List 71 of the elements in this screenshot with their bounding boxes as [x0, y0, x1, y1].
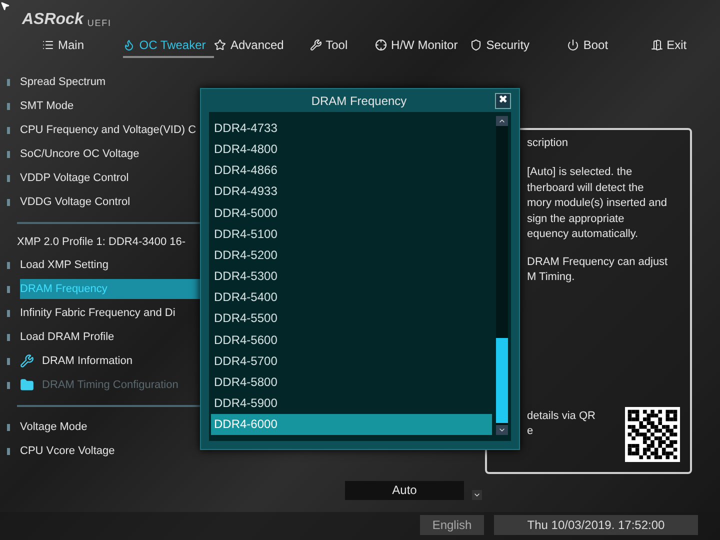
date-time: Thu 10/03/2019. 17:52:00 — [494, 514, 698, 534]
qr-caption: e — [527, 424, 534, 439]
bullet-icon — [7, 382, 10, 388]
bullet-icon — [7, 78, 10, 86]
bullet-icon — [7, 198, 10, 206]
description-text: mory module(s) inserted and — [527, 196, 668, 211]
power-icon — [567, 39, 580, 51]
dialog-title: DRAM Frequency — [310, 92, 408, 110]
bullet-icon — [7, 448, 10, 454]
qr-code — [625, 407, 680, 462]
bullet-icon — [7, 286, 10, 292]
nav-tab[interactable]: OC Tweaker — [123, 34, 214, 58]
bullet-icon — [7, 126, 10, 134]
frequency-option[interactable]: DDR4-5100 — [211, 223, 492, 244]
bullet-icon — [7, 424, 10, 430]
nav-tab[interactable]: Security — [470, 34, 568, 58]
frequency-option[interactable]: DDR4-4866 — [211, 160, 492, 181]
setting-item[interactable]: CPU Vcore Voltage — [20, 441, 345, 461]
close-button[interactable]: ✖ — [495, 92, 511, 109]
bullet-icon — [7, 102, 10, 110]
bullet-icon — [7, 262, 10, 268]
mouse-pointer-icon — [0, 0, 10, 12]
frequency-option[interactable]: DDR4-5500 — [211, 308, 492, 330]
qr-caption: details via QR — [527, 409, 596, 424]
bullet-icon — [7, 334, 10, 340]
profile-info: XMP 2.0 Profile 1: DDR4-3400 16- — [17, 235, 186, 250]
bullet-icon — [7, 174, 10, 182]
frequency-option[interactable]: DDR4-5700 — [211, 350, 492, 372]
bullet-icon — [7, 310, 10, 316]
scroll-down-button[interactable] — [472, 490, 482, 500]
frequency-option[interactable]: DDR4-4800 — [211, 138, 492, 160]
frequency-option[interactable]: DDR4-5800 — [211, 371, 492, 393]
value-field[interactable]: Auto — [345, 481, 464, 500]
panel-title: scription — [527, 136, 569, 151]
nav-tab[interactable]: Tool — [310, 34, 376, 58]
frequency-option[interactable]: DDR4-5000 — [211, 202, 492, 224]
frequency-option[interactable]: DDR4-4933 — [211, 180, 492, 202]
scroll-down-button[interactable] — [496, 425, 508, 435]
language-button[interactable]: English — [420, 514, 484, 534]
nav-tab[interactable]: Advanced — [214, 34, 310, 58]
wrench-icon — [310, 39, 322, 51]
description-text: therboard will detect the — [527, 180, 645, 196]
star-icon — [214, 39, 226, 51]
setting-item[interactable]: Spread Spectrum — [20, 72, 345, 92]
tools-icon — [20, 354, 34, 368]
frequency-option[interactable]: DDR4-5900 — [211, 392, 492, 414]
scrollbar[interactable] — [496, 116, 508, 435]
nav-tab[interactable]: H/W Monitor — [375, 34, 470, 58]
nav-tab[interactable]: Boot — [567, 34, 651, 58]
scroll-up-button[interactable] — [496, 116, 508, 126]
crosshair-icon — [375, 39, 388, 51]
description-text: [Auto] is selected. the — [527, 165, 634, 180]
brand-logo: ASRock — [22, 12, 84, 28]
nav-tab[interactable]: Exit — [650, 34, 720, 58]
shield-icon — [470, 39, 482, 51]
door-icon — [650, 39, 663, 51]
description-text: equency automatically. — [527, 227, 640, 242]
flame-icon — [123, 39, 136, 51]
frequency-option[interactable]: DDR4-5200 — [211, 244, 492, 266]
description-text: sign the appropriate — [527, 212, 626, 226]
bullet-icon — [7, 358, 10, 364]
frequency-option[interactable]: DDR4-6000 — [211, 414, 492, 435]
description-text: DRAM Frequency can adjust — [527, 254, 669, 270]
folder-icon — [20, 378, 34, 392]
bullet-icon — [7, 150, 10, 158]
description-text: M Timing. — [527, 270, 576, 285]
scroll-thumb[interactable] — [496, 338, 508, 423]
frequency-option[interactable]: DDR4-4733 — [211, 117, 492, 138]
frequency-option[interactable]: DDR4-5600 — [211, 329, 492, 350]
logo-suffix: UEFI — [87, 19, 112, 28]
nav-tab[interactable]: Main — [42, 34, 124, 58]
